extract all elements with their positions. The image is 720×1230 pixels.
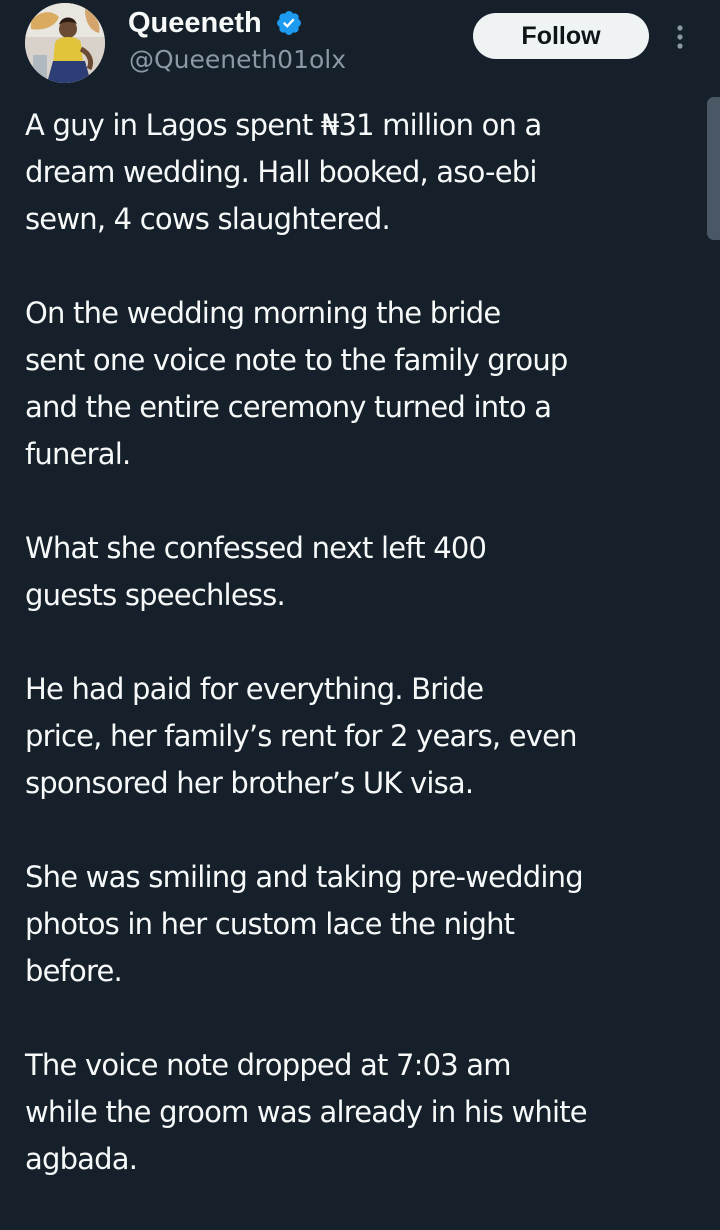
profile-photo-icon bbox=[25, 3, 105, 83]
verified-badge-icon bbox=[277, 11, 301, 35]
tweet-paragraph: She was smiling and taking pre-wedding p… bbox=[25, 860, 584, 988]
author-display-name[interactable]: Queeneth bbox=[128, 3, 262, 43]
scroll-indicator[interactable] bbox=[707, 97, 720, 240]
tweet-paragraph: On the wedding morning the bride sent on… bbox=[25, 296, 568, 471]
tweet-text: A guy in Lagos spent ₦31 million on a dr… bbox=[25, 102, 697, 1230]
author-handle[interactable]: @Queeneth01olx bbox=[129, 42, 346, 78]
tweet-paragraph: He had paid for everything. Bride price,… bbox=[25, 672, 578, 800]
more-vertical-icon[interactable] bbox=[670, 22, 690, 52]
tweet-header: Queeneth @Queeneth01olx Follow bbox=[0, 0, 720, 100]
tweet-paragraph: The voice note dropped at 7:03 am while … bbox=[25, 1048, 588, 1176]
avatar[interactable] bbox=[25, 3, 105, 83]
follow-button[interactable]: Follow bbox=[473, 13, 649, 59]
tweet-paragraph: What she confessed next left 400 guests … bbox=[25, 531, 487, 612]
tweet-paragraph: A guy in Lagos spent ₦31 million on a dr… bbox=[25, 108, 542, 236]
